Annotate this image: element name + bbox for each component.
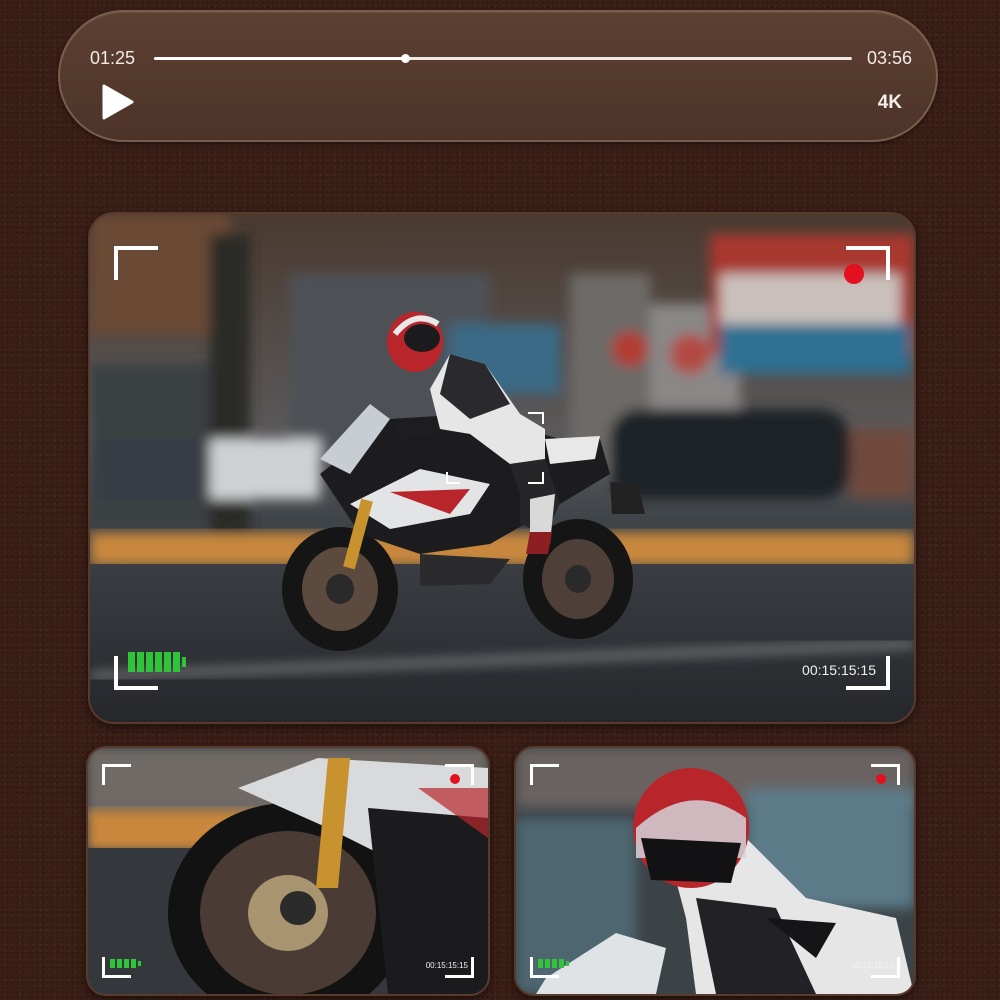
detail-preview-wheel[interactable]: 00:15:15:15 [86,746,490,996]
battery-terminal [138,961,141,966]
battery-cell [137,652,144,672]
play-icon [102,84,134,120]
record-indicator-icon [844,264,864,284]
viewfinder-corner-top-left [114,246,158,280]
motorcycle-racer-image [90,214,914,722]
battery-terminal [182,657,186,667]
battery-cell [117,959,122,968]
battery-cell [146,652,153,672]
focus-corner-bottom-left [446,472,460,484]
battery-icon [110,959,141,968]
timecode: 00:15:15:15 [851,961,894,970]
battery-cell [155,652,162,672]
battery-cell [131,959,136,968]
quality-badge[interactable]: 4K [878,92,902,114]
battery-cell [173,652,180,672]
front-wheel-closeup-image [88,748,488,994]
seek-bar-thumb[interactable] [401,54,411,63]
record-indicator-icon [876,774,886,784]
focus-corner-top-right [528,412,544,424]
battery-cell [164,652,171,672]
battery-cell [124,959,129,968]
battery-cell [545,959,550,968]
rider-closeup-image [516,748,914,994]
main-video-preview[interactable]: 00:15:15:15 [88,212,916,724]
current-time: 01:25 [90,48,136,68]
viewfinder-corner-top-left [102,764,131,785]
viewfinder-corner-top-left [530,764,559,785]
battery-icon [128,652,186,672]
focus-corner-bottom-right [528,472,544,484]
battery-cell [128,652,135,672]
timecode: 00:15:15:15 [425,961,468,970]
video-player-controls: 01:25 03:56 4K [58,10,938,142]
seek-bar[interactable] [154,54,852,63]
total-time: 03:56 [866,48,912,68]
battery-cell [538,959,543,968]
seek-bar-progress [154,57,406,60]
play-button[interactable] [100,84,136,120]
viewfinder-corner-top-right [445,764,474,785]
viewfinder-corner-top-right [871,764,900,785]
battery-cell [559,959,564,968]
detail-preview-rider[interactable]: 00:15:15:15 [514,746,916,996]
battery-icon [538,959,569,968]
timecode: 00:15:15:15 [802,662,876,678]
record-indicator-icon [450,774,460,784]
battery-terminal [566,961,569,966]
battery-cell [552,959,557,968]
battery-cell [110,959,115,968]
